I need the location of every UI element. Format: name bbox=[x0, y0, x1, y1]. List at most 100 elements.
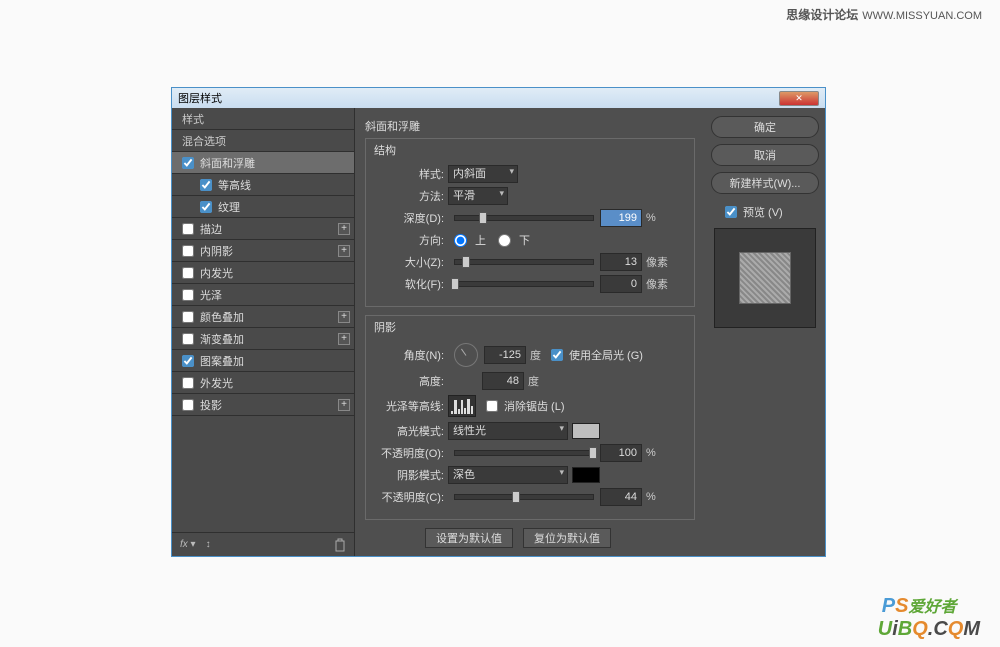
gloss-contour-picker[interactable] bbox=[448, 395, 476, 417]
sidebar-item-label: 等高线 bbox=[218, 177, 251, 193]
add-icon[interactable]: + bbox=[338, 399, 350, 411]
highlight-color-swatch[interactable] bbox=[572, 423, 600, 439]
make-default-button[interactable]: 设置为默认值 bbox=[425, 528, 513, 548]
highlight-mode-label: 高光模式: bbox=[374, 423, 448, 439]
sidebar-item-outer-glow[interactable]: 外发光 bbox=[172, 372, 354, 394]
sidebar-item-gradient-overlay[interactable]: 渐变叠加 + bbox=[172, 328, 354, 350]
shading-label: 阴影 bbox=[374, 319, 686, 335]
fx-menu[interactable]: fx ▾ bbox=[180, 539, 196, 550]
panel-title: 斜面和浮雕 bbox=[365, 118, 695, 134]
sidebar-item-color-overlay[interactable]: 颜色叠加 + bbox=[172, 306, 354, 328]
preview-box bbox=[714, 228, 816, 328]
depth-input[interactable] bbox=[600, 209, 642, 227]
add-icon[interactable]: + bbox=[338, 333, 350, 345]
sidebar-item-label: 颜色叠加 bbox=[200, 309, 244, 325]
right-panel: 确定 取消 新建样式(W)... 预览 (V) bbox=[705, 108, 825, 556]
add-icon[interactable]: + bbox=[338, 311, 350, 323]
structure-group: 结构 样式:内斜面 方法:平滑 深度(D):% 方向:上下 大小(Z):像素 软… bbox=[365, 138, 695, 307]
sidebar-item-label: 光泽 bbox=[200, 287, 222, 303]
gloss-label: 光泽等高线: bbox=[374, 398, 448, 414]
stroke-checkbox[interactable] bbox=[182, 223, 194, 235]
color-overlay-checkbox[interactable] bbox=[182, 311, 194, 323]
technique-label: 方法: bbox=[374, 188, 448, 204]
shadow-opacity-label: 不透明度(C): bbox=[374, 489, 448, 505]
trash-icon[interactable] bbox=[334, 538, 346, 552]
inner-shadow-checkbox[interactable] bbox=[182, 245, 194, 257]
technique-select[interactable]: 平滑 bbox=[448, 187, 508, 205]
layer-style-dialog: 图层样式 ✕ 样式 混合选项 斜面和浮雕 等高线 纹理 描边 + 内阴影 + 内发光… bbox=[171, 87, 826, 557]
gradient-overlay-checkbox[interactable] bbox=[182, 333, 194, 345]
new-style-button[interactable]: 新建样式(W)... bbox=[711, 172, 819, 194]
sidebar-styles[interactable]: 样式 bbox=[172, 108, 354, 130]
sidebar-item-label: 图案叠加 bbox=[200, 353, 244, 369]
titlebar[interactable]: 图层样式 ✕ bbox=[172, 88, 825, 108]
direction-down-radio[interactable] bbox=[498, 234, 511, 247]
highlight-mode-select[interactable]: 线性光 bbox=[448, 422, 568, 440]
style-select[interactable]: 内斜面 bbox=[448, 165, 518, 183]
sidebar-item-drop-shadow[interactable]: 投影 + bbox=[172, 394, 354, 416]
sidebar-item-label: 斜面和浮雕 bbox=[200, 155, 255, 171]
style-label: 样式: bbox=[374, 166, 448, 182]
sidebar-item-contour[interactable]: 等高线 bbox=[172, 174, 354, 196]
contour-checkbox[interactable] bbox=[200, 179, 212, 191]
sidebar-item-label: 投影 bbox=[200, 397, 222, 413]
reset-default-button[interactable]: 复位为默认值 bbox=[523, 528, 611, 548]
bevel-checkbox[interactable] bbox=[182, 157, 194, 169]
global-light-checkbox[interactable] bbox=[551, 349, 563, 361]
drop-shadow-checkbox[interactable] bbox=[182, 399, 194, 411]
texture-checkbox[interactable] bbox=[200, 201, 212, 213]
dialog-title: 图层样式 bbox=[178, 90, 222, 106]
shadow-mode-select[interactable]: 深色 bbox=[448, 466, 568, 484]
page-watermark-top: 思缘设计论坛WWW.MISSYUAN.COM bbox=[786, 6, 982, 23]
sidebar-item-inner-shadow[interactable]: 内阴影 + bbox=[172, 240, 354, 262]
shading-group: 阴影 角度(N):度使用全局光 (G) 高度:度 光泽等高线:消除锯齿 (L) … bbox=[365, 315, 695, 520]
sidebar-item-texture[interactable]: 纹理 bbox=[172, 196, 354, 218]
outer-glow-checkbox[interactable] bbox=[182, 377, 194, 389]
ok-button[interactable]: 确定 bbox=[711, 116, 819, 138]
direction-up-radio[interactable] bbox=[454, 234, 467, 247]
size-input[interactable] bbox=[600, 253, 642, 271]
structure-label: 结构 bbox=[374, 142, 686, 158]
preview-checkbox[interactable] bbox=[725, 206, 737, 218]
cancel-button[interactable]: 取消 bbox=[711, 144, 819, 166]
page-watermark-bottom: PS爱好者 UiBQ.CQM bbox=[878, 593, 980, 641]
preview-thumb bbox=[739, 252, 791, 304]
angle-dial[interactable] bbox=[454, 343, 478, 367]
angle-input[interactable] bbox=[484, 346, 526, 364]
direction-label: 方向: bbox=[374, 232, 448, 248]
add-icon[interactable]: + bbox=[338, 245, 350, 257]
close-button[interactable]: ✕ bbox=[779, 91, 819, 106]
pattern-overlay-checkbox[interactable] bbox=[182, 355, 194, 367]
depth-slider[interactable] bbox=[454, 215, 594, 221]
highlight-opacity-slider[interactable] bbox=[454, 450, 594, 456]
shadow-opacity-input[interactable] bbox=[600, 488, 642, 506]
inner-glow-checkbox[interactable] bbox=[182, 267, 194, 279]
shadow-mode-label: 阴影模式: bbox=[374, 467, 448, 483]
highlight-opacity-input[interactable] bbox=[600, 444, 642, 462]
soften-label: 软化(F): bbox=[374, 276, 448, 292]
shadow-opacity-slider[interactable] bbox=[454, 494, 594, 500]
satin-checkbox[interactable] bbox=[182, 289, 194, 301]
sidebar-item-label: 描边 bbox=[200, 221, 222, 237]
size-slider[interactable] bbox=[454, 259, 594, 265]
altitude-input[interactable] bbox=[482, 372, 524, 390]
add-icon[interactable]: + bbox=[338, 223, 350, 235]
sidebar-item-satin[interactable]: 光泽 bbox=[172, 284, 354, 306]
shadow-color-swatch[interactable] bbox=[572, 467, 600, 483]
sidebar-blending[interactable]: 混合选项 bbox=[172, 130, 354, 152]
antialias-checkbox[interactable] bbox=[486, 400, 498, 412]
altitude-label: 高度: bbox=[374, 373, 448, 389]
sidebar-item-bevel[interactable]: 斜面和浮雕 bbox=[172, 152, 354, 174]
sidebar-item-label: 纹理 bbox=[218, 199, 240, 215]
sidebar-item-label: 渐变叠加 bbox=[200, 331, 244, 347]
soften-input[interactable] bbox=[600, 275, 642, 293]
size-label: 大小(Z): bbox=[374, 254, 448, 270]
up-down-icon[interactable]: ↕ bbox=[206, 539, 211, 550]
sidebar-item-inner-glow[interactable]: 内发光 bbox=[172, 262, 354, 284]
sidebar-footer: fx ▾ ↕ bbox=[172, 532, 354, 556]
soften-slider[interactable] bbox=[454, 281, 594, 287]
sidebar-item-label: 内阴影 bbox=[200, 243, 233, 259]
angle-label: 角度(N): bbox=[374, 347, 448, 363]
sidebar-item-stroke[interactable]: 描边 + bbox=[172, 218, 354, 240]
sidebar-item-pattern-overlay[interactable]: 图案叠加 bbox=[172, 350, 354, 372]
